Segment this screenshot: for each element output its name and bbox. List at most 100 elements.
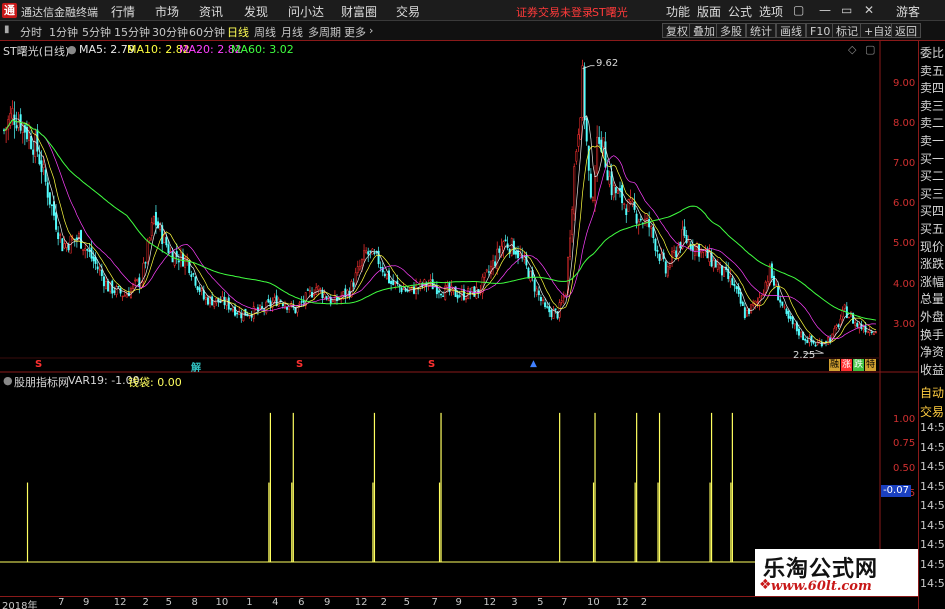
tag-zhang[interactable]: 涨	[841, 359, 852, 371]
candle-body	[388, 270, 390, 284]
candle-body	[741, 301, 744, 307]
candle-body	[720, 265, 723, 276]
candle-body	[246, 314, 249, 317]
candle-body	[843, 304, 846, 309]
candle-body	[581, 65, 584, 118]
candle-body	[587, 145, 590, 171]
candle-body	[514, 250, 517, 255]
candle-body	[837, 324, 840, 327]
candle-body	[383, 273, 386, 277]
candle-body	[827, 337, 830, 345]
candle-body	[194, 276, 197, 286]
candle-body	[575, 151, 578, 162]
date-tick: 2	[640, 597, 648, 608]
candle-body	[577, 134, 580, 147]
candle-body	[752, 303, 755, 306]
tag-rong[interactable]: 融	[829, 359, 840, 371]
candle-body	[148, 237, 151, 241]
candle-body	[105, 280, 107, 289]
candle-body	[625, 208, 628, 215]
candle-body	[86, 249, 89, 251]
candle-body	[82, 249, 85, 251]
candle-body	[698, 244, 701, 257]
candle-body	[614, 187, 617, 194]
tick-time: 14:56	[920, 499, 945, 512]
candle-body	[61, 238, 64, 252]
candle-body	[67, 244, 70, 251]
candle-body	[308, 290, 311, 293]
candle-body	[723, 266, 726, 277]
kline-chart[interactable]	[0, 0, 918, 596]
candle-body	[440, 293, 443, 296]
candle-body	[190, 274, 193, 277]
y-tick: 3.00	[893, 319, 916, 330]
candle-body	[608, 176, 611, 185]
candle-body	[107, 280, 110, 292]
candle-body	[144, 262, 147, 264]
candle-body	[437, 290, 440, 293]
candle-body	[240, 313, 243, 319]
candle-body	[596, 136, 599, 174]
candle-body	[743, 307, 746, 318]
date-tick: 9	[324, 597, 331, 608]
candle-body	[814, 344, 817, 347]
tag-te[interactable]: 特	[865, 359, 876, 371]
candle-body	[300, 301, 303, 303]
candle-body	[504, 239, 507, 242]
candle-body	[473, 286, 476, 297]
candle-body	[785, 308, 788, 314]
trade-label[interactable]: 交易	[920, 402, 945, 423]
candle-body	[777, 286, 780, 301]
candle-body	[333, 295, 336, 304]
candle-body	[446, 285, 449, 288]
candle-body	[793, 323, 796, 326]
candle-body	[569, 237, 572, 257]
candle-body	[259, 304, 261, 309]
candle-body	[92, 256, 95, 262]
candle-body	[573, 166, 576, 215]
candle-body	[733, 284, 736, 287]
candle-body	[390, 281, 393, 284]
candle-body	[483, 272, 486, 278]
candle-body	[36, 129, 39, 152]
candle-body	[818, 341, 821, 343]
candle-body	[693, 245, 696, 256]
date-tick: 12	[615, 597, 629, 608]
date-tick: 3	[511, 597, 518, 608]
candle-body	[564, 294, 567, 297]
candle-body	[675, 250, 678, 258]
candle-body	[729, 276, 732, 282]
candle-body	[342, 291, 345, 296]
candle-body	[621, 185, 624, 204]
candle-body	[11, 108, 14, 119]
candle-body	[369, 250, 372, 252]
sub-y-tick: 0.75	[893, 438, 916, 449]
candle-body	[229, 308, 232, 310]
tick-time: 14:56	[920, 518, 945, 532]
candle-body	[598, 137, 601, 144]
candle-body	[59, 234, 62, 236]
auto-trade-label[interactable]: 自动	[920, 383, 945, 404]
candle-body	[117, 286, 120, 288]
candle-body	[562, 295, 565, 299]
candle-body	[373, 252, 376, 254]
candle-body	[34, 133, 37, 158]
candle-body	[402, 288, 405, 291]
candle-body	[862, 328, 865, 330]
date-tick: 7	[58, 597, 65, 608]
candle-body	[535, 288, 538, 295]
date-tick: 1	[246, 597, 253, 608]
candle-body	[365, 250, 368, 254]
candle-body	[550, 309, 553, 317]
tag-die[interactable]: 跌	[853, 359, 864, 371]
candle-body	[764, 281, 767, 293]
candle-body	[165, 237, 168, 246]
tick-time: 14:56	[920, 460, 945, 473]
date-tick: 6	[298, 597, 305, 608]
candle-body	[28, 132, 30, 141]
sub-settings-icon[interactable]: ●	[3, 374, 13, 387]
candle-body	[654, 238, 657, 251]
candle-body	[167, 244, 170, 254]
indicator-name: 股朋指标网	[14, 376, 69, 389]
candle-body	[552, 309, 555, 319]
